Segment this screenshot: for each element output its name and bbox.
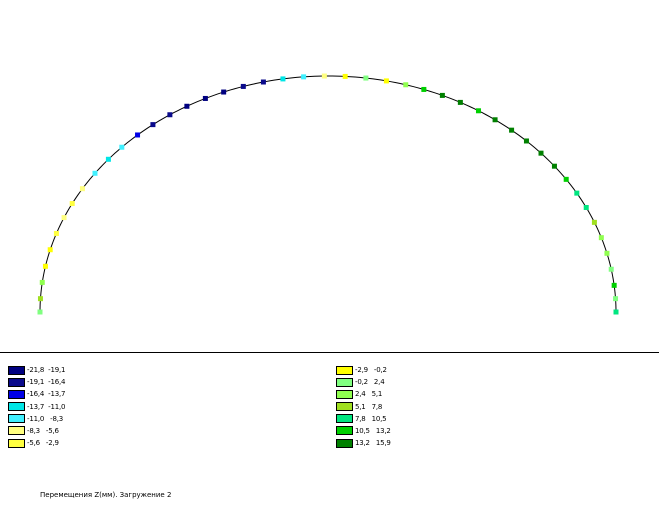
legend-range: 5,1 7,8	[355, 402, 383, 411]
legend-item: 2,4 5,1	[336, 388, 391, 400]
node-marker	[42, 263, 48, 269]
node-marker	[150, 122, 156, 128]
legend-range: -19,1 -16,4	[27, 378, 66, 387]
legend-swatch	[8, 426, 25, 436]
node-marker	[538, 150, 544, 156]
legend-item: -19,1 -16,4	[8, 376, 65, 388]
node-marker	[53, 230, 59, 236]
legend-right: -2,9 -0,2 -0,2 2,4 2,4 5,1 5,1 7,8 7,8 10,5 1…	[336, 364, 391, 449]
legend-swatch	[8, 377, 25, 387]
caption: Перемещения Z(мм). Загружение 2	[40, 491, 172, 499]
node-marker	[167, 112, 173, 118]
legend-range: -21,8 -19,1	[27, 366, 66, 374]
node-marker	[61, 215, 67, 221]
node-marker	[79, 186, 85, 192]
legend-swatch	[8, 438, 25, 448]
node-marker	[280, 76, 286, 82]
node-marker	[492, 117, 498, 123]
node-marker	[421, 86, 427, 92]
node-marker	[551, 163, 557, 169]
legend-left: -21,8 -19,1 -19,1 -16,4 -16,4 -13,7 -13,7 -…	[8, 364, 65, 449]
node-marker	[613, 296, 619, 302]
node-marker	[69, 201, 75, 207]
legend-item: -2,9 -0,2	[336, 364, 391, 376]
legend-range: 10,5 13,2	[355, 426, 391, 435]
legend-swatch	[336, 377, 353, 387]
node-markers	[37, 73, 619, 315]
legend-range: 7,8 10,5	[355, 414, 387, 423]
legend-range: 2,4 5,1	[355, 390, 383, 399]
legend-item: -16,4 -13,7	[8, 388, 65, 400]
node-marker	[342, 73, 348, 79]
node-marker	[509, 127, 515, 133]
arch-curve	[39, 75, 617, 313]
node-marker	[92, 170, 98, 176]
node-marker	[260, 79, 266, 85]
legend-item: -8,3 -5,6	[8, 425, 65, 437]
legend-item: 10,5 13,2	[336, 425, 391, 437]
node-marker	[591, 219, 597, 225]
legend-range: -16,4 -13,7	[27, 390, 66, 399]
node-marker	[598, 235, 604, 241]
node-marker	[119, 144, 125, 150]
legend-item: -5,6 -2,9	[8, 437, 65, 449]
legend-range: -8,3 -5,6	[27, 426, 59, 435]
divider-line	[0, 352, 659, 353]
legend-swatch	[8, 402, 25, 412]
node-marker	[611, 282, 617, 288]
node-marker	[37, 296, 43, 302]
legend-range: 13,2 15,9	[355, 439, 391, 448]
arch-diagram	[37, 73, 619, 315]
legend-item: -0,2 2,4	[336, 376, 391, 388]
node-marker	[613, 309, 619, 315]
node-marker	[457, 99, 463, 105]
legend-swatch	[336, 402, 353, 412]
legend-item: -11,0 -8,3	[8, 413, 65, 425]
legend-item: 13,2 15,9	[336, 437, 391, 449]
legend-swatch	[336, 426, 353, 436]
legend-swatch	[336, 438, 353, 448]
legend-item: -21,8 -19,1	[8, 364, 65, 376]
legend-swatch	[8, 365, 25, 375]
node-marker	[574, 190, 580, 196]
node-marker	[363, 75, 369, 81]
legend-swatch	[336, 389, 353, 399]
node-marker	[403, 82, 409, 88]
node-marker	[240, 83, 246, 89]
node-marker	[202, 95, 208, 101]
legend-swatch	[8, 389, 25, 399]
node-marker	[523, 138, 529, 144]
node-marker	[37, 309, 43, 315]
node-marker	[221, 89, 227, 95]
legend-item: 5,1 7,8	[336, 401, 391, 413]
legend-swatch	[336, 365, 353, 375]
legend-range: -11,0 -8,3	[27, 414, 64, 423]
legend-swatch	[8, 414, 25, 424]
node-marker	[321, 73, 327, 79]
legend-item: -13,7 -11,0	[8, 401, 65, 413]
legend-range: -0,2 2,4	[355, 378, 385, 387]
legend-range: -13,7 -11,0	[27, 402, 66, 411]
node-marker	[563, 176, 569, 182]
node-marker	[439, 92, 445, 98]
node-marker	[604, 250, 610, 256]
node-marker	[383, 78, 389, 84]
node-marker	[301, 74, 307, 80]
node-marker	[39, 279, 45, 285]
node-marker	[135, 132, 141, 138]
legend-item: 7,8 10,5	[336, 413, 391, 425]
node-marker	[583, 205, 589, 211]
legend-swatch	[336, 414, 353, 424]
node-marker	[184, 103, 190, 109]
node-marker	[475, 108, 481, 114]
legend-range: -2,9 -0,2	[355, 366, 387, 374]
node-marker	[47, 247, 53, 253]
node-marker	[608, 266, 614, 272]
legend-range: -5,6 -2,9	[27, 439, 59, 448]
node-marker	[105, 156, 111, 162]
